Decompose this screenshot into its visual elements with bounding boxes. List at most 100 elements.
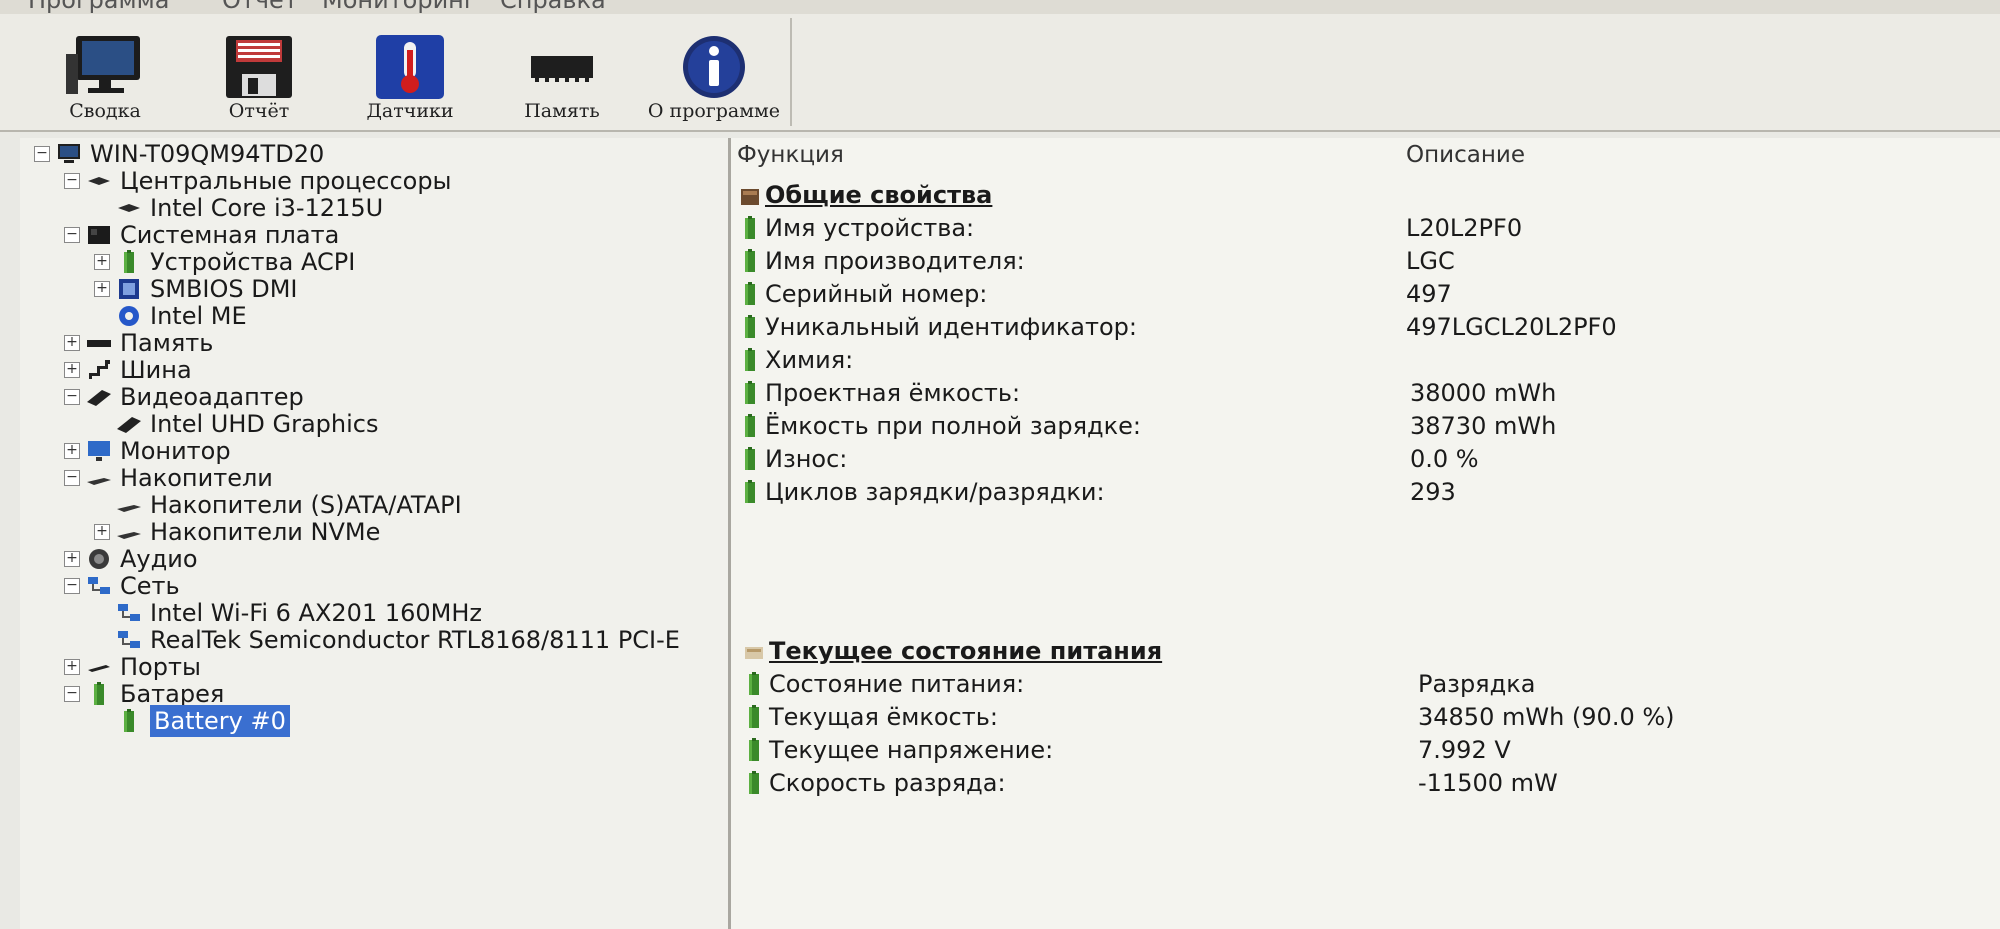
drive-icon bbox=[116, 519, 142, 545]
battery-icon bbox=[743, 770, 765, 805]
info-icon bbox=[683, 36, 745, 98]
expand-icon[interactable]: + bbox=[64, 551, 80, 567]
expand-icon[interactable]: + bbox=[64, 335, 80, 351]
property-row[interactable]: Износ: 0.0 % bbox=[739, 442, 1939, 476]
collapse-icon[interactable]: − bbox=[34, 146, 50, 162]
computer-icon bbox=[56, 141, 82, 167]
section-title: Текущее состояние питания bbox=[769, 637, 1163, 665]
menu-report[interactable]: Отчёт bbox=[222, 0, 298, 14]
property-row[interactable]: Имя устройства: L20L2PF0 bbox=[739, 211, 1939, 245]
collapse-icon[interactable]: − bbox=[64, 686, 80, 702]
property-value: 38000 mWh bbox=[1410, 379, 1557, 407]
property-row[interactable]: Состояние питания: Разрядка bbox=[743, 667, 1943, 701]
menu-bar: Программа Отчёт Мониторинг Справка bbox=[0, 0, 2000, 14]
collapse-icon[interactable]: − bbox=[64, 578, 80, 594]
property-value: Разрядка bbox=[1418, 670, 1536, 698]
network-icon bbox=[86, 573, 112, 599]
expand-icon[interactable]: + bbox=[64, 659, 80, 675]
expand-icon[interactable]: + bbox=[94, 281, 110, 297]
property-label: Имя производителя: bbox=[765, 247, 1025, 275]
property-label: Циклов зарядки/разрядки: bbox=[765, 478, 1105, 506]
floppy-icon bbox=[226, 36, 292, 98]
battery-icon bbox=[86, 681, 112, 707]
about-button[interactable]: О программе bbox=[646, 24, 782, 128]
property-label: Уникальный идентификатор: bbox=[765, 313, 1137, 341]
property-row[interactable]: Химия: bbox=[739, 343, 1939, 377]
battery-icon bbox=[116, 249, 142, 275]
battery-icon bbox=[739, 479, 761, 514]
property-row[interactable]: Текущее напряжение: 7.992 V bbox=[743, 733, 1943, 767]
drive-icon bbox=[116, 492, 142, 518]
network-icon bbox=[116, 627, 142, 653]
summary-button[interactable]: Сводка bbox=[60, 24, 150, 128]
memory-button[interactable]: Память bbox=[518, 24, 606, 128]
property-label: Текущее напряжение: bbox=[769, 736, 1054, 764]
gpu-icon bbox=[116, 411, 142, 437]
expand-icon[interactable]: + bbox=[64, 443, 80, 459]
about-label: О программе bbox=[647, 100, 781, 122]
drive-icon bbox=[86, 465, 112, 491]
network-icon bbox=[116, 600, 142, 626]
cpu-icon bbox=[116, 195, 142, 221]
section-title: Общие свойства bbox=[765, 181, 993, 209]
collapse-icon[interactable]: − bbox=[64, 227, 80, 243]
property-label: Серийный номер: bbox=[765, 280, 988, 308]
column-header-description[interactable]: Описание bbox=[1406, 142, 1525, 168]
monitor-icon bbox=[86, 438, 112, 464]
property-label: Состояние питания: bbox=[769, 670, 1025, 698]
property-row[interactable]: Проектная ёмкость: 38000 mWh bbox=[739, 376, 1939, 410]
property-row[interactable]: Скорость разряда: -11500 mW bbox=[743, 766, 1943, 800]
menu-help[interactable]: Справка bbox=[500, 0, 606, 14]
cpu-icon bbox=[86, 168, 112, 194]
property-label: Проектная ёмкость: bbox=[765, 379, 1021, 407]
property-row[interactable]: Уникальный идентификатор: 497LGCL20L2PF0 bbox=[739, 310, 1939, 344]
property-label: Износ: bbox=[765, 445, 848, 473]
gear-icon bbox=[116, 303, 142, 329]
memory-icon bbox=[531, 56, 593, 82]
property-value: 497 bbox=[1406, 280, 1452, 308]
property-label: Химия: bbox=[765, 346, 854, 374]
tree-node-label: RealTek Semiconductor RTL8168/8111 PCI-E bbox=[150, 626, 680, 654]
gpu-icon bbox=[86, 384, 112, 410]
property-value: -11500 mW bbox=[1418, 769, 1558, 797]
property-value: LGC bbox=[1406, 247, 1455, 275]
property-row[interactable]: Текущая ёмкость: 34850 mWh (90.0 %) bbox=[743, 700, 1943, 734]
toolbar: Сводка Отчёт Датчики Память О программе bbox=[0, 14, 2000, 132]
thermometer-icon bbox=[376, 35, 444, 99]
collapse-icon[interactable]: − bbox=[64, 389, 80, 405]
property-value: 0.0 % bbox=[1410, 445, 1479, 473]
motherboard-icon bbox=[86, 222, 112, 248]
property-row[interactable]: Серийный номер: 497 bbox=[739, 277, 1939, 311]
collapse-icon[interactable]: − bbox=[64, 173, 80, 189]
menu-program[interactable]: Программа bbox=[28, 0, 169, 14]
property-row[interactable]: Ёмкость при полной зарядке: 38730 mWh bbox=[739, 409, 1939, 443]
memory-icon bbox=[86, 330, 112, 356]
chip-icon bbox=[116, 276, 142, 302]
expand-icon[interactable]: + bbox=[94, 254, 110, 270]
column-header-function[interactable]: Функция bbox=[737, 142, 844, 168]
memory-label: Память bbox=[524, 100, 600, 122]
property-label: Имя устройства: bbox=[765, 214, 975, 242]
report-button[interactable]: Отчёт bbox=[214, 24, 304, 128]
port-icon bbox=[86, 654, 112, 680]
property-row[interactable]: Имя производителя: LGC bbox=[739, 244, 1939, 278]
monitor-icon bbox=[66, 36, 140, 94]
expand-icon[interactable]: + bbox=[94, 524, 110, 540]
toolbar-separator bbox=[790, 18, 792, 126]
property-label: Ёмкость при полной зарядке: bbox=[765, 412, 1141, 440]
device-tree: − WIN-T09QM94TD20− Центральные процессоры I… bbox=[20, 138, 731, 929]
sensors-button[interactable]: Датчики bbox=[364, 24, 456, 128]
property-label: Скорость разряда: bbox=[769, 769, 1006, 797]
property-label: Текущая ёмкость: bbox=[769, 703, 998, 731]
expand-icon[interactable]: + bbox=[64, 362, 80, 378]
collapse-icon[interactable]: − bbox=[64, 470, 80, 486]
speaker-icon bbox=[86, 546, 112, 572]
sensors-label: Датчики bbox=[366, 100, 454, 122]
menu-monitoring[interactable]: Мониторинг bbox=[322, 0, 476, 14]
detail-panel: Функция Описание Общие свойства Имя устро… bbox=[731, 138, 2000, 929]
tree-node-label: Battery #0 bbox=[150, 705, 290, 737]
bus-icon bbox=[86, 357, 112, 383]
battery-icon bbox=[116, 708, 142, 734]
summary-label: Сводка bbox=[69, 100, 141, 122]
property-row[interactable]: Циклов зарядки/разрядки: 293 bbox=[739, 475, 1939, 509]
